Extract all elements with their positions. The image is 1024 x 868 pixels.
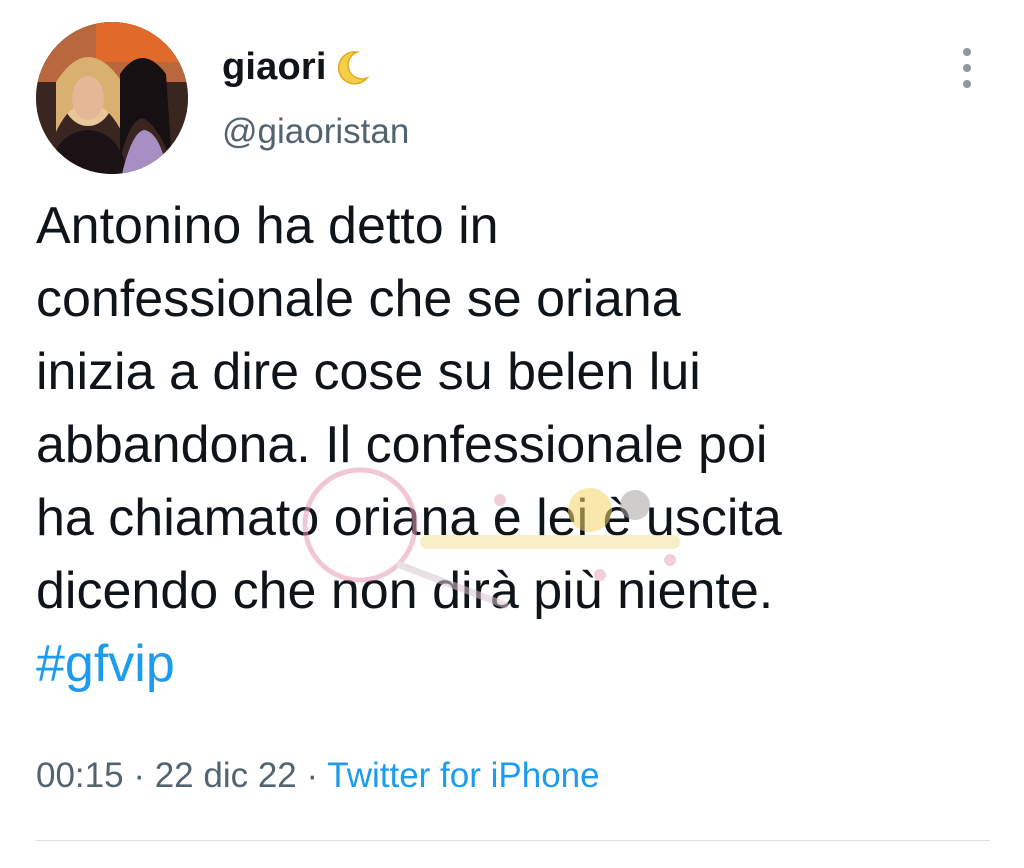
- tweet-line: confessionale che se oriana: [36, 270, 681, 328]
- tweet-source-link[interactable]: Twitter for iPhone: [327, 756, 599, 795]
- hashtag-link[interactable]: #gfvip: [36, 628, 996, 701]
- crescent-moon-icon: [331, 48, 371, 88]
- tweet-line: Antonino ha detto in: [36, 197, 499, 255]
- meta-separator: ·: [133, 756, 145, 795]
- divider: [36, 840, 990, 841]
- display-name[interactable]: giaori: [222, 46, 371, 89]
- meta-separator: ·: [306, 756, 319, 795]
- display-name-text: giaori: [222, 46, 327, 88]
- tweet-time[interactable]: 00:15: [36, 756, 124, 795]
- tweet-line: abbandona. Il confessionale poi: [36, 416, 768, 474]
- tweet-metadata: 00:15 · 22 dic 22 · Twitter for iPhone: [36, 756, 600, 796]
- tweet-text: Antonino ha detto in confessionale che s…: [36, 190, 996, 701]
- tweet-line: inizia a dire cose su belen lui: [36, 343, 701, 401]
- tweet-date[interactable]: 22 dic 22: [155, 756, 297, 795]
- tweet-line: dicendo che non dirà più niente.: [36, 562, 774, 620]
- avatar[interactable]: [36, 22, 188, 174]
- avatar-photo: [36, 22, 188, 174]
- more-vertical-icon[interactable]: [955, 48, 979, 88]
- user-handle[interactable]: @giaoristan: [222, 112, 409, 152]
- tweet-line: ha chiamato oriana e lei è uscita: [36, 489, 782, 547]
